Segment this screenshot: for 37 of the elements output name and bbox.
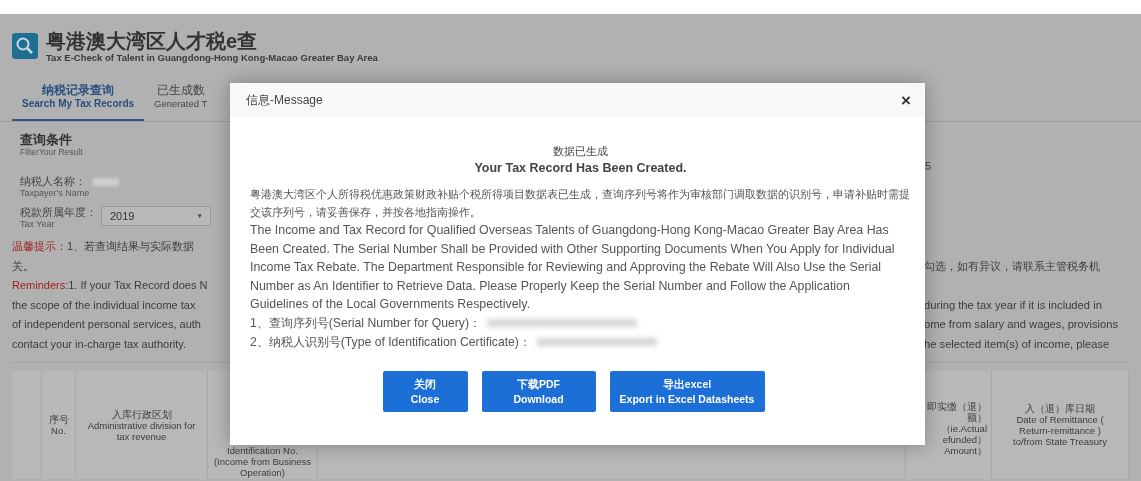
column-header: 入（退）库日期 Date of Remittance ( Return-remittance ) to/from State Treasury bbox=[992, 371, 1129, 479]
dialog-button[interactable]: 下载PDF Download bbox=[481, 371, 596, 413]
reminder-text: 勾选，如有异议，请联系主管税务机 bbox=[924, 258, 1100, 274]
reminder-text: contact your in-charge tax authority. bbox=[12, 336, 187, 352]
column-header: 入库行政区划 Administrative division for tax revenue bbox=[76, 371, 208, 479]
column-header: 序号 No. bbox=[42, 371, 76, 479]
message-text: 粤港澳大湾区个人所得税优惠政策财政补贴个税所得项目数据表已生成，查询序列号将作为审核部门调取数据的识别号，申请补贴时需提交该序列号，请妥善保存，并按各地指南操作。 bbox=[250, 187, 911, 220]
app-title: 粤港澳大湾区人才税e查 bbox=[46, 29, 259, 52]
dialog-button[interactable]: 导出excel Export in Excel Datasheets bbox=[609, 371, 765, 413]
reminder-text: Reminders:1. If your Tax Record does N bbox=[12, 278, 208, 293]
dialog-heading: 数据已生成 bbox=[552, 145, 609, 159]
reminder-text: during the tax year if it is included in bbox=[924, 297, 1102, 313]
section-subtitle: FilterYour Result bbox=[20, 147, 83, 157]
info-label: 2、纳税人识别号(Type of Identification Certificate)： bbox=[250, 333, 531, 351]
reminder-text: ome from salary and wages, provisions bbox=[924, 317, 1118, 332]
reminder-text: he selected item(s) of income, please bbox=[924, 336, 1110, 352]
field-label: 税款所属年度： bbox=[20, 206, 97, 219]
search-icon bbox=[12, 33, 38, 59]
reminder-text: 温馨提示：1、若查询结果与实际数据 bbox=[12, 239, 195, 254]
section-title: 查询条件 bbox=[20, 132, 72, 147]
reminder-text: 关。 bbox=[12, 258, 34, 274]
reminder-text: the scope of the individual income tax bbox=[12, 297, 196, 313]
message-text: The Income and Tax Record for Qualified Overseas Talents of Guangdong-Hong Kong-Macao Greater Bay Area Has Been Created. The Serial Number Shall be Provided with Other Supporting Documents When You Apply for Individual Income Tax Rebate. The Department Responsible for Reviewing and Approving the Rebate Will Also Use the Serial Number as An Identifier to Retrieve Data. Please Properly Keep the Serial Number and Follow the Application Guidelines of the Local Governments Respectively. bbox=[250, 222, 896, 314]
tab[interactable]: 已生成数 Generated T bbox=[144, 82, 208, 121]
dialog-button[interactable]: 关闭 Close bbox=[382, 371, 468, 413]
reminder-text: of independent personal services, auth bbox=[12, 317, 201, 332]
field-label: 纳税人名称： bbox=[20, 175, 86, 188]
tab[interactable]: 纳税记录查询 Search My Tax Records bbox=[12, 82, 145, 121]
close-button[interactable]: × bbox=[897, 79, 915, 121]
dialog-heading: Your Tax Record Has Been Created. bbox=[473, 161, 688, 175]
text-fragment: 5 bbox=[925, 160, 933, 174]
app-subtitle: Tax E-Check of Talent in Guangdong-Hong Kong-Macao Greater Bay Area bbox=[46, 51, 378, 63]
field-label: Taxpayer's Name bbox=[20, 188, 90, 198]
field-label: Tax Year bbox=[20, 219, 55, 229]
info-label: 1、查询序列号(Serial Number for Query)： bbox=[250, 314, 481, 332]
blurred-value bbox=[93, 178, 120, 186]
dialog-title: 信息-Message bbox=[246, 91, 323, 109]
